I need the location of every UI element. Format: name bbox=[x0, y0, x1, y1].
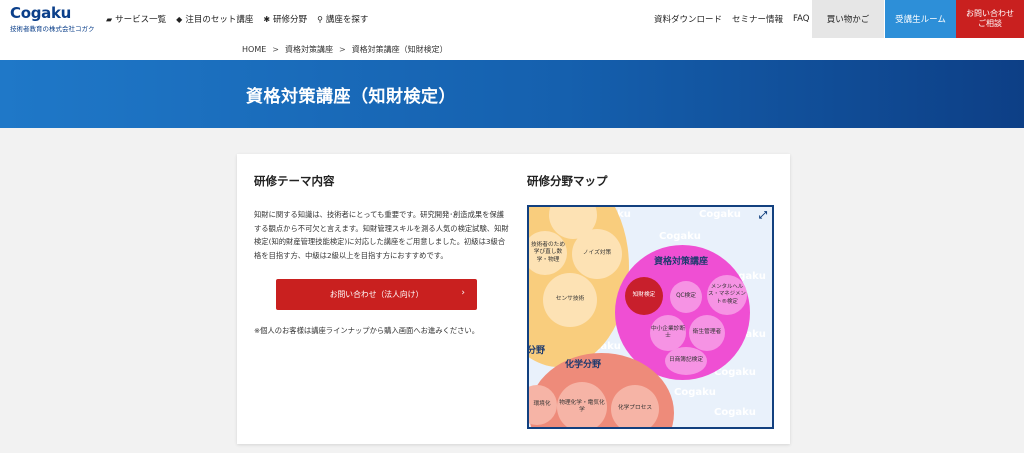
content-card: 研修テーマ内容 知財に関する知識は、技術者にとっても重要です。研究開発･創造成果… bbox=[237, 154, 790, 444]
theme-description: 知財に関する知識は、技術者にとっても重要です。研究開発･創造成果を保護する観点か… bbox=[254, 210, 509, 260]
individual-note: ※個人のお客様は講座ラインナップから購入画面へお進みください。 bbox=[254, 326, 480, 335]
theme-section: 研修テーマ内容 知財に関する知識は、技術者にとっても重要です。研究開発･創造成果… bbox=[254, 173, 509, 262]
nav-training-fields[interactable]: ✱ 研修分野 bbox=[263, 13, 308, 26]
training-field-map[interactable]: Cogaku Cogaku Cogaku Cogaku Cogaku Cogak… bbox=[527, 205, 774, 429]
watermark: Cogaku bbox=[714, 407, 756, 418]
link-download[interactable]: 資料ダウンロード bbox=[654, 13, 722, 25]
nav-featured-sets[interactable]: ◆ 注目のセット講座 bbox=[176, 13, 254, 26]
field-item[interactable]: ノイズ対策 bbox=[572, 229, 622, 279]
field-item[interactable]: 日商簿記検定 bbox=[665, 347, 707, 375]
utility-nav: 資料ダウンロード セミナー情報 FAQ bbox=[654, 0, 810, 38]
contact-label-1: お問い合わせ bbox=[966, 8, 1014, 18]
logo-tagline: 技術者教育の株式会社コガク bbox=[10, 25, 95, 33]
site-header: Cogaku 技術者教育の株式会社コガク ▰ サービス一覧 ◆ 注目のセット講座… bbox=[0, 0, 1024, 38]
field-item[interactable]: 衛生管理者 bbox=[689, 315, 725, 351]
link-faq[interactable]: FAQ bbox=[793, 14, 809, 24]
breadcrumb-category[interactable]: 資格対策講座 bbox=[285, 44, 333, 55]
map-title: 研修分野マップ bbox=[527, 174, 608, 188]
field-item[interactable]: センサ技術 bbox=[543, 273, 597, 327]
nav-label: 研修分野 bbox=[273, 15, 308, 25]
field-item[interactable]: 化学プロセス bbox=[611, 385, 659, 427]
breadcrumb-separator: > bbox=[272, 44, 279, 54]
chevron-right-icon: › bbox=[461, 288, 465, 298]
watermark: Cogaku bbox=[714, 367, 756, 378]
nav-search-courses[interactable]: ⚲ 講座を探す bbox=[317, 13, 369, 26]
link-seminar[interactable]: セミナー情報 bbox=[732, 13, 783, 25]
field-item[interactable]: 物理化学・電気化学 bbox=[557, 382, 607, 427]
yellow-field-title: 分野 bbox=[527, 346, 546, 356]
field-item[interactable]: 中小企業診断士 bbox=[650, 315, 686, 351]
search-icon: ⚲ bbox=[317, 14, 323, 24]
page-banner: 資格対策講座（知財検定） bbox=[0, 60, 1024, 128]
nav-label: 講座を探す bbox=[325, 15, 369, 25]
certification-title: 資格対策講座 bbox=[654, 257, 709, 267]
contact-label-2: ご相談 bbox=[978, 19, 1002, 28]
site-logo[interactable]: Cogaku 技術者教育の株式会社コガク bbox=[10, 4, 95, 33]
expand-icon[interactable]: ⤢ bbox=[757, 210, 769, 222]
page-title: 資格対策講座（知財検定） bbox=[246, 87, 456, 107]
breadcrumb: HOME > 資格対策講座 > 資格対策講座（知財検定） bbox=[0, 38, 1024, 60]
field-item-ip-exam[interactable]: 知財検定 bbox=[625, 277, 663, 315]
map-section: 研修分野マップ bbox=[527, 173, 608, 189]
logo-wordmark: Cogaku bbox=[10, 4, 72, 22]
nav-label: 注目のセット講座 bbox=[185, 15, 254, 25]
student-room-button[interactable]: 受講生ルーム bbox=[885, 0, 956, 38]
chemistry-title: 化学分野 bbox=[565, 360, 602, 370]
main-nav: ▰ サービス一覧 ◆ 注目のセット講座 ✱ 研修分野 ⚲ 講座を探す bbox=[106, 0, 368, 38]
breadcrumb-separator: > bbox=[338, 44, 346, 54]
theme-title: 研修テーマ内容 bbox=[254, 174, 335, 188]
field-item[interactable]: QC検定 bbox=[670, 281, 702, 313]
cart-button[interactable]: 買い物かご bbox=[812, 0, 884, 38]
watermark: Cogaku bbox=[659, 231, 701, 242]
nav-services[interactable]: ▰ サービス一覧 bbox=[106, 13, 167, 26]
field-item[interactable]: メンタルヘルス・マネジメント®検定 bbox=[707, 275, 747, 315]
nav-label: サービス一覧 bbox=[115, 15, 167, 25]
breadcrumb-current: 資格対策講座（知財検定） bbox=[351, 44, 448, 54]
watermark: Cogaku bbox=[674, 387, 716, 398]
breadcrumb-home[interactable]: HOME bbox=[242, 45, 266, 54]
folder-icon: ▰ bbox=[106, 14, 113, 24]
gears-icon: ✱ bbox=[263, 14, 271, 24]
watermark: Cogaku bbox=[699, 209, 741, 220]
contact-button[interactable]: お問い合わせ ご相談 bbox=[956, 0, 1024, 38]
corporate-inquiry-button[interactable]: お問い合わせ（法人向け） › bbox=[276, 279, 477, 310]
cta-label: お問い合わせ（法人向け） bbox=[329, 290, 424, 299]
cube-icon: ◆ bbox=[176, 14, 183, 24]
